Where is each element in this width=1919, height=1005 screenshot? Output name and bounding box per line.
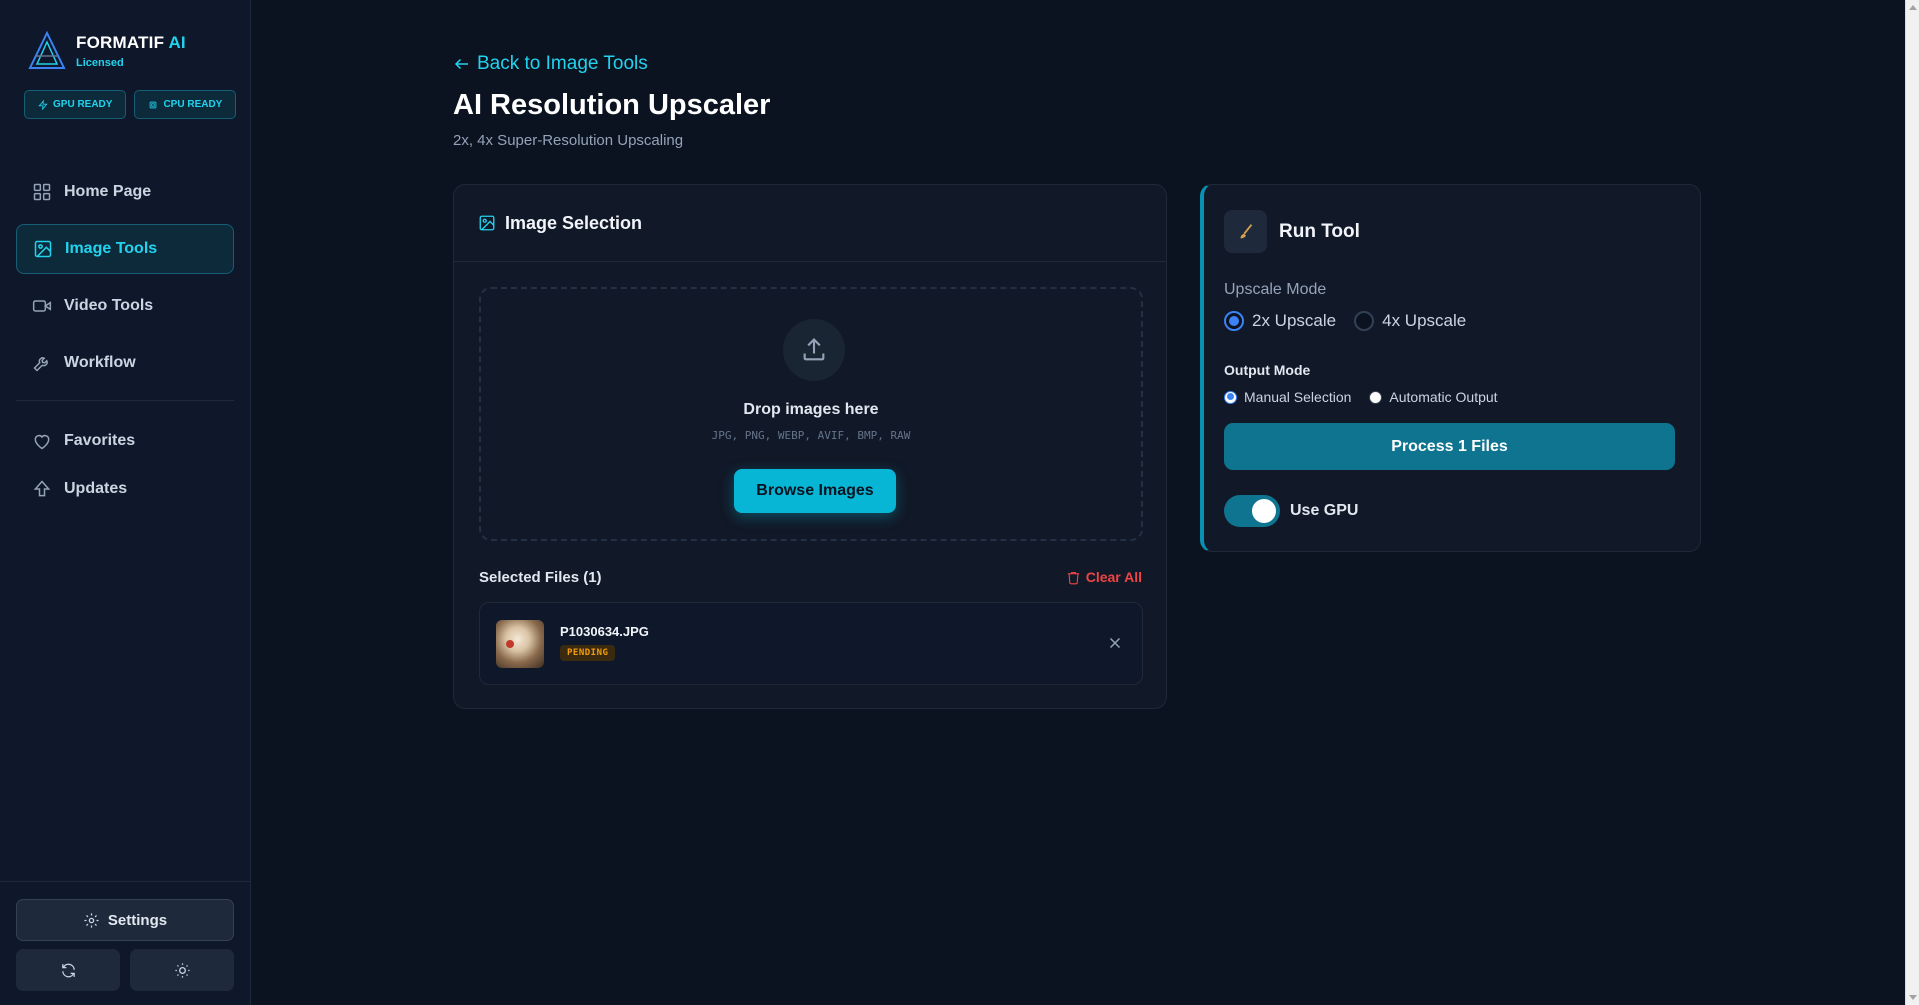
page-subtitle: 2x, 4x Super-Resolution Upscaling: [453, 132, 684, 149]
back-link-label: Back to Image Tools: [477, 53, 648, 74]
upload-icon: [803, 338, 825, 361]
remove-file-button[interactable]: [1106, 634, 1124, 652]
output-automatic-option[interactable]: Automatic Output: [1369, 389, 1498, 405]
brand: FORMATIF AI Licensed: [26, 30, 186, 72]
file-list-item: P1030634.JPG PENDING: [479, 602, 1143, 685]
secondary-nav: Favorites Updates: [16, 418, 234, 514]
badge-label: CPU READY: [163, 99, 223, 110]
grid-icon: [33, 183, 51, 201]
sun-icon: [174, 962, 190, 978]
refresh-icon: [61, 963, 75, 977]
card-header: Image Selection: [454, 185, 1166, 262]
sidebar-item-label: Updates: [64, 480, 128, 497]
trash-icon: [1067, 571, 1079, 584]
upscale-4x-option[interactable]: 4x Upscale: [1354, 311, 1466, 331]
clear-all-button[interactable]: Clear All: [1066, 569, 1142, 585]
main-nav: Home Page Image Tools Video Tools Workfl…: [16, 167, 234, 395]
image-icon: [34, 240, 52, 258]
radio-label: Manual Selection: [1244, 389, 1352, 405]
upscale-2x-option[interactable]: 2x Upscale: [1224, 311, 1336, 331]
sidebar-item-image-tools[interactable]: Image Tools: [16, 224, 234, 274]
radio-2x[interactable]: [1224, 311, 1244, 331]
radio-label: 4x Upscale: [1382, 311, 1467, 330]
gpu-ready-badge: GPU READY: [24, 90, 127, 119]
gear-icon: [84, 912, 99, 928]
sidebar-item-updates[interactable]: Updates: [16, 466, 234, 512]
card-title: Image Selection: [505, 212, 643, 233]
image-dropzone[interactable]: Drop images here JPG, PNG, WEBP, AVIF, B…: [479, 287, 1143, 541]
sidebar-item-label: Favorites: [64, 432, 136, 449]
scroll-down-arrow[interactable]: [1909, 995, 1917, 1000]
image-icon: [479, 215, 495, 231]
status-badge: PENDING: [560, 645, 616, 661]
upload-icon-wrapper: [783, 319, 845, 381]
cpu-ready-badge: CPU READY: [134, 90, 237, 119]
sidebar-item-label: Workflow: [64, 354, 136, 371]
sidebar-item-video-tools[interactable]: Video Tools: [16, 281, 234, 331]
file-thumbnail: [496, 620, 544, 668]
sidebar-item-label: Home Page: [64, 183, 152, 200]
radio-automatic[interactable]: [1369, 390, 1383, 404]
browse-images-button[interactable]: Browse Images: [734, 469, 896, 513]
sidebar-item-label: Image Tools: [65, 240, 158, 257]
status-badges: GPU READY CPU READY: [24, 90, 237, 119]
sidebar-item-favorites[interactable]: Favorites: [16, 418, 234, 464]
license-status: Licensed: [76, 57, 124, 69]
use-gpu-label: Use GPU: [1290, 502, 1359, 519]
radio-label: 2x Upscale: [1252, 311, 1337, 330]
heart-icon: [34, 434, 50, 450]
arrow-up-icon: [33, 480, 51, 497]
close-icon: [1109, 637, 1121, 649]
page-title: AI Resolution Upscaler: [453, 89, 771, 121]
supported-formats: JPG, PNG, WEBP, AVIF, BMP, RAW: [711, 429, 911, 442]
nav-divider: [16, 400, 234, 401]
sidebar: FORMATIF AI Licensed GPU READY CPU READY…: [0, 0, 251, 1005]
chip-icon: [150, 101, 157, 108]
back-link[interactable]: Back to Image Tools: [453, 53, 648, 75]
page-scrollbar[interactable]: [1905, 0, 1919, 1005]
run-tool-card: Run Tool Upscale Mode 2x Upscale 4x Upsc…: [1200, 184, 1701, 552]
use-gpu-row: Use GPU: [1224, 495, 1358, 527]
drop-title: Drop images here: [743, 401, 879, 418]
theme-toggle-button[interactable]: [130, 949, 234, 991]
settings-button[interactable]: Settings: [16, 899, 234, 941]
use-gpu-toggle[interactable]: [1224, 495, 1280, 527]
output-mode-group: Manual Selection Automatic Output: [1224, 389, 1516, 405]
image-selection-card: Image Selection Drop images here JPG, PN…: [453, 184, 1167, 709]
radio-label: Automatic Output: [1389, 389, 1498, 405]
settings-label: Settings: [107, 911, 168, 929]
run-tool-icon-wrapper: [1224, 210, 1267, 253]
arrow-left-icon: [454, 58, 468, 70]
footer-divider: [0, 881, 251, 882]
bolt-icon: [38, 99, 48, 110]
wrench-icon: [33, 357, 48, 372]
radio-manual[interactable]: [1224, 390, 1237, 404]
brand-name: FORMATIF AI: [76, 33, 186, 52]
process-files-button[interactable]: Process 1 Files: [1224, 423, 1675, 470]
output-manual-option[interactable]: Manual Selection: [1224, 389, 1351, 405]
file-name: P1030634.JPG: [560, 624, 649, 639]
output-mode-label: Output Mode: [1224, 362, 1311, 378]
upscale-mode-group: 2x Upscale 4x Upscale: [1224, 311, 1484, 331]
badge-label: GPU READY: [53, 99, 113, 110]
video-icon: [32, 300, 52, 312]
selected-files-heading: Selected Files (1): [479, 569, 602, 586]
run-tool-title: Run Tool: [1279, 221, 1360, 242]
upscale-mode-label: Upscale Mode: [1224, 281, 1327, 298]
refresh-button[interactable]: [16, 949, 120, 991]
brush-icon: [1240, 223, 1252, 238]
scroll-up-arrow[interactable]: [1909, 5, 1917, 10]
logo-icon: [28, 30, 66, 69]
sidebar-item-home[interactable]: Home Page: [16, 167, 234, 217]
clear-all-label: Clear All: [1085, 569, 1142, 585]
sidebar-item-workflow[interactable]: Workflow: [16, 338, 234, 388]
radio-4x[interactable]: [1354, 311, 1375, 331]
sidebar-item-label: Video Tools: [64, 297, 154, 314]
